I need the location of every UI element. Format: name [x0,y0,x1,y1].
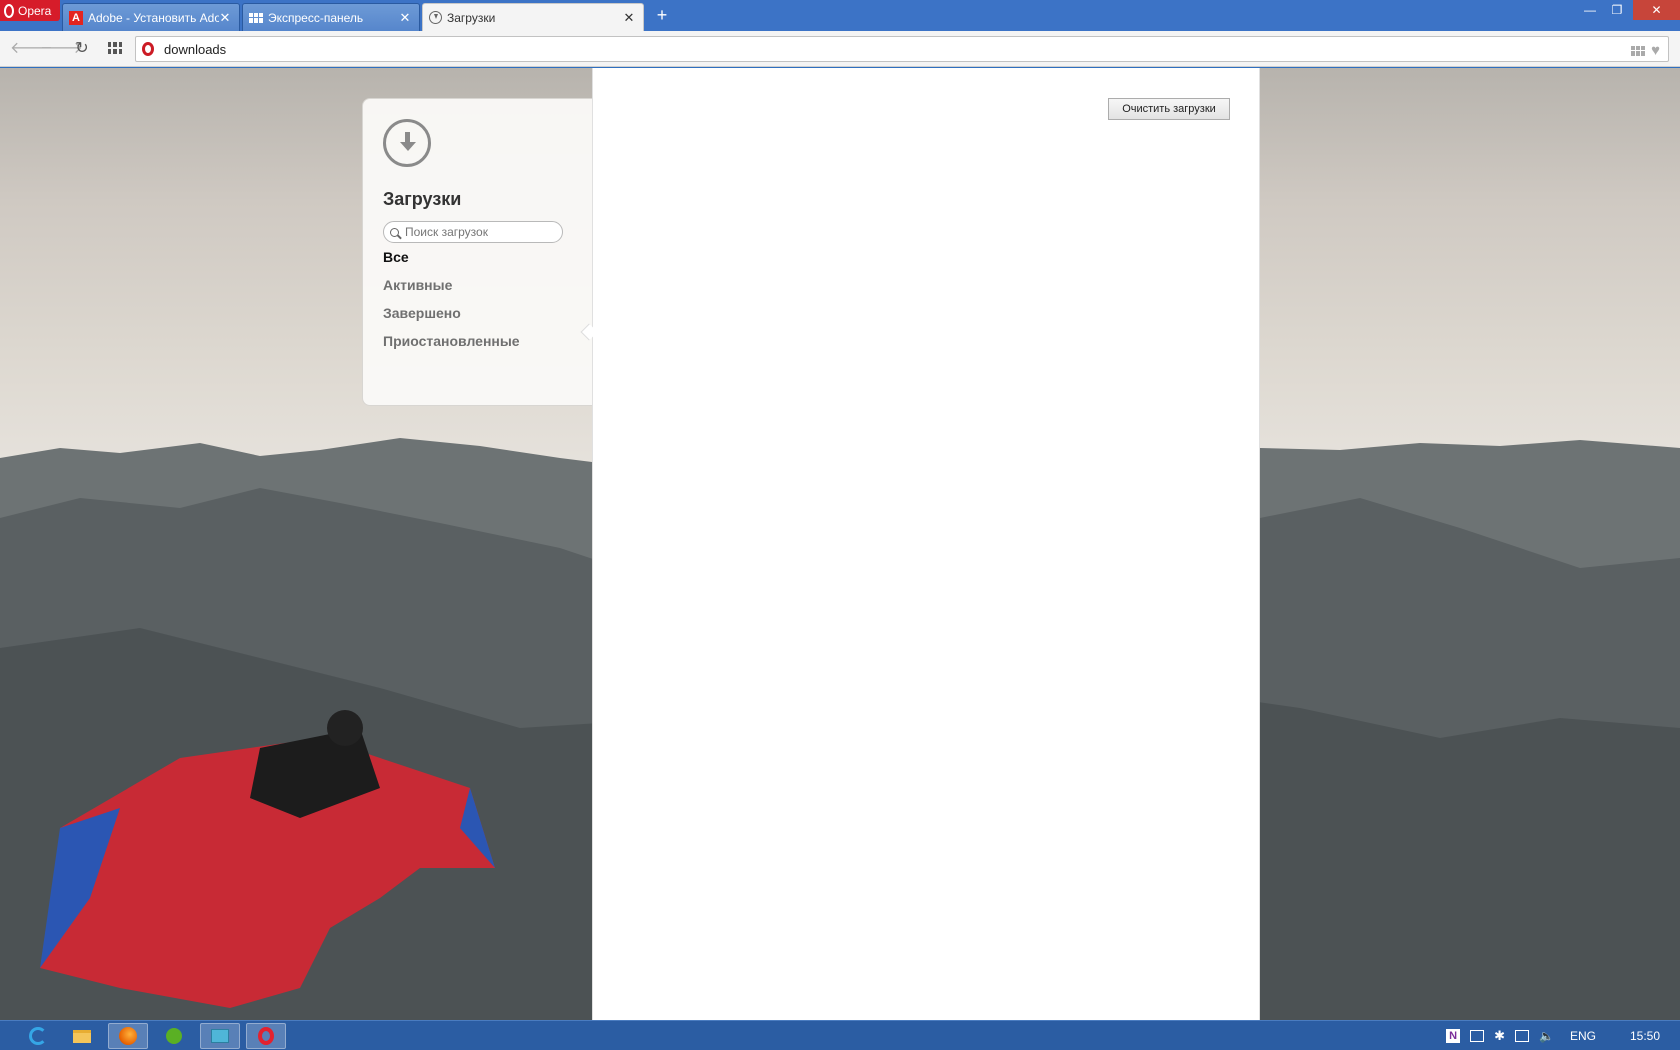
downloads-large-icon [383,119,431,167]
taskbar-green-app[interactable] [154,1023,194,1049]
firefox-icon [119,1027,137,1045]
forward-button[interactable]: 🡒 [40,39,83,59]
address-bar-actions: ♥ [1631,42,1660,59]
close-window-button[interactable]: ✕ [1633,0,1680,20]
opera-page-icon [142,42,154,56]
tab-close-icon[interactable]: ✕ [219,10,231,26]
minimize-button[interactable]: — [1575,0,1605,20]
filter-active[interactable]: Активные [383,277,452,293]
volume-icon[interactable]: 🔈 [1539,1029,1554,1043]
internet-explorer-icon [29,1027,47,1045]
url-text[interactable]: downloads [164,42,226,57]
file-explorer-icon [73,1029,91,1043]
back-button[interactable]: 🡐 [10,39,53,59]
network-icon[interactable] [1515,1030,1529,1042]
tab-speed-dial[interactable]: Экспресс-панель ✕ [242,3,420,31]
page-title: Загрузки [383,189,462,209]
address-bar[interactable]: downloads ♥ [135,36,1669,62]
onenote-icon[interactable]: N [1446,1029,1461,1043]
opera-logo-icon [4,3,14,18]
opera-menu-button[interactable]: Opera [0,0,60,21]
download-icon [429,11,442,24]
clear-downloads-button[interactable]: Очистить загрузки [1108,98,1230,120]
taskbar: N ✱ 🔈 ENG 15:50 [0,1020,1680,1050]
new-tab-button[interactable]: + [652,5,672,26]
filter-paused[interactable]: Приостановленные [383,333,520,349]
tab-close-icon[interactable]: ✕ [623,10,635,26]
tab-close-icon[interactable]: ✕ [399,10,411,26]
opera-icon [258,1027,274,1045]
taskbar-file-explorer[interactable] [62,1023,102,1049]
tab-title: Загрузки [447,10,496,25]
tab-adobe[interactable]: A Adobe - Установить Adobe ✕ [62,3,240,31]
filter-all[interactable]: Все [383,249,409,265]
restore-button[interactable]: ❐ [1602,0,1632,20]
downloads-list-panel: Очистить загрузки [592,68,1260,1020]
filter-completed[interactable]: Завершено [383,305,461,321]
search-downloads-field[interactable] [383,221,563,243]
taskbar-app[interactable] [200,1023,240,1049]
system-tray: N ✱ 🔈 ENG 15:50 [1446,1021,1680,1050]
tab-title: Adobe - Установить Adobe [88,10,219,25]
speed-dial-icon [249,12,263,23]
taskbar-firefox[interactable] [108,1023,148,1049]
page-content: Загрузки Все Активные Завершено Приостан… [0,68,1680,1020]
adobe-icon: A [69,10,83,25]
search-input[interactable] [405,225,545,239]
app-icon [211,1029,229,1043]
downloads-sidebar: Загрузки Все Активные Завершено Приостан… [362,98,592,406]
add-to-speed-dial-icon[interactable] [1631,45,1646,56]
taskbar-internet-explorer[interactable] [18,1023,58,1049]
opera-menu-label: Opera [18,3,52,18]
green-app-icon [166,1028,182,1044]
tab-title: Экспресс-панель [268,10,364,25]
speed-dial-button[interactable] [108,42,122,54]
taskbar-opera[interactable] [246,1023,286,1049]
heart-icon[interactable]: ♥ [1651,42,1660,59]
power-icon[interactable] [1470,1030,1485,1042]
title-bar: Opera A Adobe - Установить Adobe ✕ Экспр… [0,0,1680,31]
address-toolbar: 🡐 🡒 ↻ downloads ♥ [0,31,1680,67]
reload-button[interactable]: ↻ [72,39,92,59]
tab-downloads[interactable]: Загрузки ✕ [422,3,644,31]
bluetooth-icon[interactable]: ✱ [1494,1028,1505,1044]
clock[interactable]: 15:50 [1630,1029,1660,1043]
language-indicator[interactable]: ENG [1570,1029,1596,1043]
search-icon [390,227,399,237]
